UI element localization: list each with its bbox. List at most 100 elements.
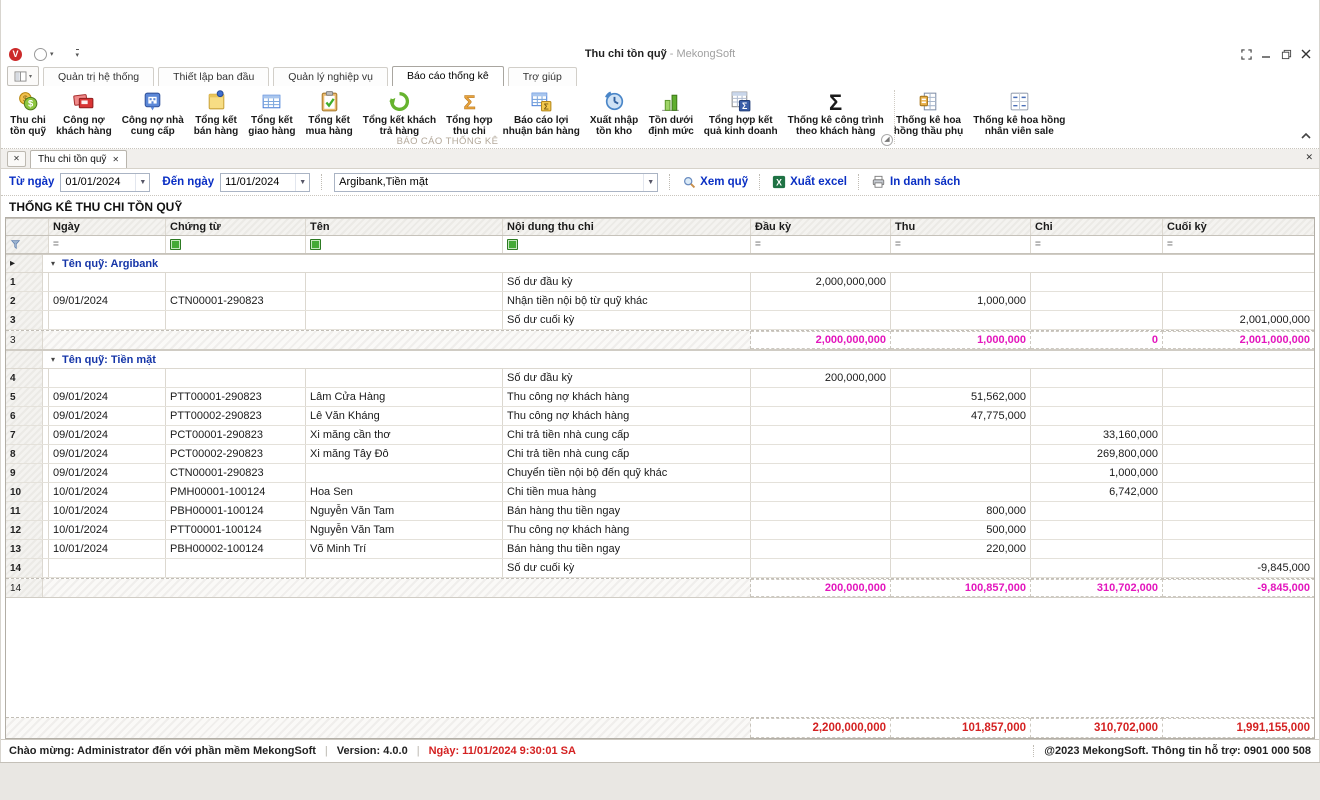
to-date-field[interactable]: ▼ [220,173,310,192]
filter-cell-cuoi-ky[interactable]: = [1163,236,1315,253]
column-header-ngay[interactable]: Ngày [49,219,166,235]
column-header-ten[interactable]: Tên [306,219,503,235]
column-header-thu[interactable]: Thu [891,219,1031,235]
table-row[interactable]: 509/01/2024PTT00001-290823Lâm Cửa HàngTh… [6,388,1314,407]
close-icon[interactable] [1299,48,1313,60]
column-header-chung-tu[interactable]: Chứng từ [166,219,306,235]
cell [1031,273,1163,291]
cell [1163,540,1315,558]
group-dialog-launcher-icon[interactable]: ◢ [881,134,893,146]
row-number: 11 [6,502,43,520]
ribbon-item-hoa-hong-thau-phu[interactable]: Thống kê hoa hồng thầu phụ [889,88,968,136]
table-row[interactable]: 1210/01/2024PTT00001-100124Nguyễn Văn Ta… [6,521,1314,540]
column-header-chi[interactable]: Chi [1031,219,1163,235]
cell [891,464,1031,482]
filter-icon [10,239,21,250]
filter-cell-ten[interactable] [306,236,503,253]
tab-thiet-lap-ban-dau[interactable]: Thiết lập ban đầu [158,67,269,86]
table-row[interactable]: 1110/01/2024PBH00001-100124Nguyễn Văn Ta… [6,502,1314,521]
ribbon-item-bao-cao-loi-nhuan[interactable]: Σ Báo cáo lợi nhuận bán hàng [498,88,585,136]
export-excel-button[interactable]: X Xuất excel [772,175,847,189]
table-row[interactable]: 209/01/2024CTN00001-290823Nhận tiền nội … [6,292,1314,311]
status-bar: Chào mừng: Administrator đến với phần mề… [1,739,1319,762]
ribbon-view-button[interactable]: ▾ [7,66,39,86]
ribbon-item-tong-hop-ket-qua-kinh-doanh[interactable]: Σ Tổng hợp kết quả kinh doanh [699,88,783,136]
svg-text:X: X [776,178,782,188]
group-summary-value: -9,845,000 [1163,579,1315,597]
group-row[interactable]: ▾Tên quỹ: Tiền mặt [6,350,1314,369]
cell: PBH00001-100124 [166,502,306,520]
filter-cell-noi-dung[interactable] [503,236,751,253]
collapse-icon[interactable]: ▾ [51,355,55,364]
table-row[interactable]: 1010/01/2024PMH00001-100124Hoa SenChi ti… [6,483,1314,502]
group-header-cell[interactable]: ▾Tên quỹ: Argibank [43,255,1314,272]
ribbon-item-tong-hop-thu-chi[interactable]: Σ Tổng hợp thu chi [441,88,498,136]
table-row[interactable]: 909/01/2024CTN00001-290823Chuyển tiền nộ… [6,464,1314,483]
table-row[interactable]: 1310/01/2024PBH00002-100124Võ Minh TríBá… [6,540,1314,559]
close-all-tabs-button[interactable]: ✕ [7,151,26,167]
table-row[interactable]: 609/01/2024PTT00002-290823Lê Văn KhángTh… [6,407,1314,426]
print-list-button[interactable]: In danh sách [871,175,960,189]
cell: Số dư đầu kỳ [503,273,751,291]
table-row[interactable]: 809/01/2024PCT00002-290823Xi măng Tây Đô… [6,445,1314,464]
minimize-icon[interactable] [1259,48,1273,60]
ribbon-item-tong-ket-mua-hang[interactable]: Tổng kết mua hàng [300,88,357,136]
view-fund-button[interactable]: Xem quỹ [682,175,748,189]
table-row[interactable]: 14Số dư cuối kỳ-9,845,000 [6,559,1314,578]
column-header-noi-dung[interactable]: Nội dung thu chi [503,219,751,235]
to-date-input[interactable] [221,176,295,188]
from-date-input[interactable] [61,176,135,188]
fund-input[interactable] [335,176,643,188]
cell [891,483,1031,501]
close-document-icon[interactable]: ✕ [1305,152,1313,163]
group-header-cell[interactable]: ▾Tên quỹ: Tiền mặt [43,351,1314,368]
inventory-icon [602,89,627,114]
filter-cell-chi[interactable]: = [1031,236,1163,253]
table-row[interactable]: 4Số dư đầu kỳ200,000,000 [6,369,1314,388]
ribbon-item-cong-no-nha-cung-cap[interactable]: Công nợ nhà cung cấp [117,88,189,136]
fund-select[interactable]: ▼ [334,173,658,192]
ribbon-item-thu-chi-ton-quy[interactable]: $$ Thu chi tồn quỹ [5,88,51,136]
ribbon-item-hoa-hong-sale[interactable]: Thống kê hoa hồng nhân viên sale [968,88,1070,136]
row-number: 4 [6,369,43,387]
tab-tro-giup[interactable]: Trợ giúp [508,67,577,86]
filter-cell-ngay[interactable]: = [49,236,166,253]
column-header-cuoi-ky[interactable]: Cuối kỳ [1163,219,1315,235]
ribbon-item-thong-ke-cong-trinh[interactable]: Σ Thống kê công trình theo khách hàng [783,88,889,136]
chevron-down-icon[interactable]: ▼ [135,174,149,191]
ribbon-item-tong-ket-ban-hang[interactable]: Tổng kết bán hàng [189,88,243,136]
filter-cell-thu[interactable]: = [891,236,1031,253]
group-summary-value: 2,001,000,000 [1163,331,1315,349]
fullscreen-icon[interactable] [1239,48,1253,60]
ribbon-item-xuat-nhap-ton-kho[interactable]: Xuất nhập tồn kho [585,88,643,136]
table-row[interactable]: 1Số dư đầu kỳ2,000,000,000 [6,273,1314,292]
cell: 33,160,000 [1031,426,1163,444]
cell: Chi tiền mua hàng [503,483,751,501]
table-row[interactable]: 709/01/2024PCT00001-290823Xi măng cần th… [6,426,1314,445]
cell [306,369,503,387]
tab-quan-ly-nghiep-vu[interactable]: Quản lý nghiệp vụ [273,67,388,86]
chevron-down-icon[interactable]: ▼ [643,174,657,191]
ribbon-item-ton-duoi-dinh-muc[interactable]: Tồn dưới định mức [643,88,699,136]
group-row[interactable]: ▸▾Tên quỹ: Argibank [6,254,1314,273]
tab-bao-cao-thong-ke[interactable]: Báo cáo thống kê [392,66,504,86]
doc-tab-thu-chi-ton-quy[interactable]: Thu chi tồn quỹ ✕ [30,150,127,168]
cell: PTT00001-100124 [166,521,306,539]
chevron-down-icon[interactable]: ▼ [295,174,309,191]
filter-cell-chung-tu[interactable] [166,236,306,253]
ribbon-item-tong-ket-khach-tra-hang[interactable]: Tổng kết khách trả hàng [358,88,441,136]
close-tab-icon[interactable]: ✕ [112,155,119,164]
collapse-icon[interactable]: ▾ [51,259,55,268]
column-header-dau-ky[interactable]: Đầu kỳ [751,219,891,235]
group-summary-value: 200,000,000 [751,579,891,597]
tab-quan-tri-he-thong[interactable]: Quản trị hệ thống [43,67,154,86]
table-row[interactable]: 3Số dư cuối kỳ2,001,000,000 [6,311,1314,330]
restore-icon[interactable] [1279,48,1293,60]
filter-cell-dau-ky[interactable]: = [751,236,891,253]
row-number: 3 [6,331,43,349]
ribbon-collapse-icon[interactable] [1301,127,1311,145]
cell [1163,464,1315,482]
ribbon-item-cong-no-khach-hang[interactable]: Công nợ khách hàng [51,88,117,136]
from-date-field[interactable]: ▼ [60,173,150,192]
ribbon-item-tong-ket-giao-hang[interactable]: Tổng kết giao hàng [243,88,300,136]
